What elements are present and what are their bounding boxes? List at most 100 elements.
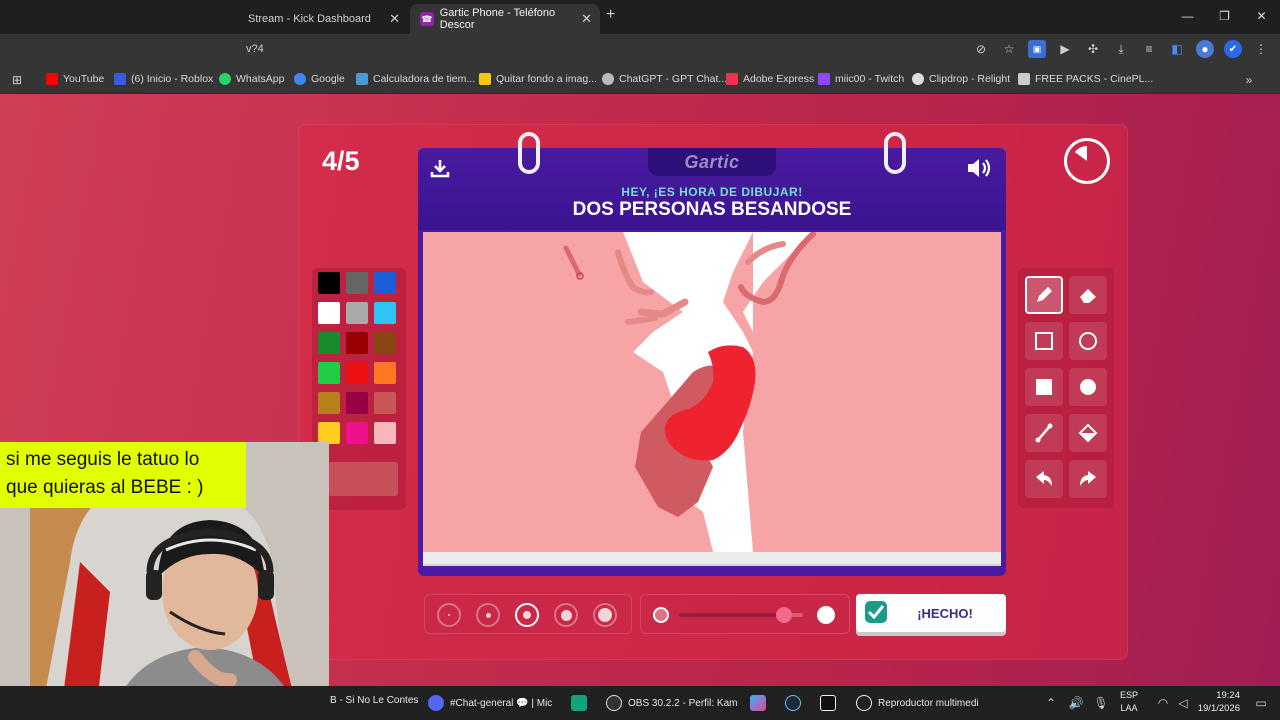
tab-gartic-phone[interactable]: ☎ Gartic Phone - Teléfono Descor ✕ xyxy=(410,4,600,34)
taskbar-item-chatgpt[interactable] xyxy=(571,695,593,711)
color-swatch[interactable] xyxy=(346,272,368,294)
bookmark-quitar-fondo[interactable]: Quitar fondo a imag... xyxy=(479,73,597,85)
color-swatch[interactable] xyxy=(318,302,340,324)
check-badge-icon xyxy=(865,601,887,623)
microphone-tray-icon[interactable]: 🎙 xyxy=(1092,694,1110,712)
done-button[interactable]: ¡HECHO! xyxy=(856,594,1006,632)
circle-filled-tool[interactable] xyxy=(1069,368,1107,406)
pencil-tool[interactable] xyxy=(1025,276,1063,314)
notifications-icon[interactable]: ▭ xyxy=(1252,694,1270,712)
opacity-slider[interactable] xyxy=(640,594,850,634)
maximize-icon[interactable]: ❐ xyxy=(1206,0,1243,32)
media-control-icon[interactable]: ≡ xyxy=(1140,40,1158,58)
taskbar-item-discord[interactable]: #Chat-general 💬 | Mic xyxy=(428,695,552,711)
brush-size-option[interactable] xyxy=(476,603,500,627)
close-icon[interactable]: ✕ xyxy=(581,11,592,27)
taskbar-item-media-player[interactable]: Reproductor multimedi xyxy=(856,695,979,711)
speaker-tray-icon[interactable]: ◁ xyxy=(1174,694,1192,712)
minimize-icon[interactable]: — xyxy=(1169,0,1206,32)
color-swatch[interactable] xyxy=(374,302,396,324)
line-tool[interactable] xyxy=(1025,414,1063,452)
color-swatch[interactable] xyxy=(318,422,340,444)
video-extension-icon[interactable]: ▶ xyxy=(1056,40,1074,58)
rectangle-outline-tool[interactable] xyxy=(1025,322,1063,360)
line-icon xyxy=(1035,423,1053,443)
bookmark-star-icon[interactable]: ☆ xyxy=(1000,40,1018,58)
taskbar-item-youtube[interactable]: B - Si No Le Contes xyxy=(330,695,418,706)
new-tab-icon[interactable]: + xyxy=(606,6,615,24)
color-swatch[interactable] xyxy=(346,332,368,354)
puzzle-icon[interactable]: ✣ xyxy=(1084,40,1102,58)
color-swatch[interactable] xyxy=(374,362,396,384)
capcut-icon xyxy=(820,695,836,711)
redo-tool[interactable] xyxy=(1069,460,1107,498)
bookmark-calculadora[interactable]: Calculadora de tiem... xyxy=(356,73,475,85)
bookmark-youtube[interactable]: YouTube xyxy=(46,73,104,85)
circle-outline-tool[interactable] xyxy=(1069,322,1107,360)
color-swatch[interactable] xyxy=(318,392,340,414)
color-swatch[interactable] xyxy=(346,392,368,414)
color-swatch[interactable] xyxy=(318,332,340,354)
color-swatch[interactable] xyxy=(374,422,396,444)
brush-size-option[interactable] xyxy=(554,603,578,627)
menu-icon[interactable]: ⋮ xyxy=(1252,40,1270,58)
drawing-canvas[interactable] xyxy=(423,232,1001,552)
wifi-icon[interactable]: ◠ xyxy=(1154,694,1172,712)
bookmark-clipdrop[interactable]: Clipdrop - Relight xyxy=(912,73,1010,85)
taskbar-item-steam[interactable] xyxy=(785,695,807,711)
drawing-header: Gartic HEY, ¡ES HORA DE DIBUJAR! DOS PER… xyxy=(418,132,1006,232)
extension-icon[interactable]: ▣ xyxy=(1028,40,1046,58)
color-swatch[interactable] xyxy=(374,392,396,414)
whatsapp-icon xyxy=(219,73,231,85)
update-shield-icon[interactable]: ✔ xyxy=(1224,40,1242,58)
language-indicator[interactable]: ESP LAA xyxy=(1120,689,1138,715)
opacity-knob[interactable] xyxy=(776,607,793,623)
color-swatch[interactable] xyxy=(318,272,340,294)
color-swatch[interactable] xyxy=(318,362,340,384)
bookmark-chatgpt[interactable]: ChatGPT - GPT Chat... xyxy=(602,73,727,85)
twitch-icon xyxy=(818,73,830,85)
bookmark-twitch[interactable]: miic00 - Twitch xyxy=(818,73,904,85)
fill-bucket-tool[interactable] xyxy=(1069,414,1107,452)
system-clock[interactable]: 19:24 19/1/2026 xyxy=(1198,689,1240,715)
brush-size-option[interactable] xyxy=(515,603,539,627)
eye-off-icon[interactable]: ⊘ xyxy=(972,40,990,58)
speaker-icon[interactable] xyxy=(966,156,994,180)
color-swatch[interactable] xyxy=(374,272,396,294)
brush-size-option[interactable] xyxy=(437,603,461,627)
undo-tool[interactable] xyxy=(1025,460,1063,498)
color-swatch[interactable] xyxy=(346,422,368,444)
bookmark-whatsapp[interactable]: WhatsApp xyxy=(219,73,284,85)
bookmark-free-packs[interactable]: FREE PACKS - CinePL... xyxy=(1018,73,1153,85)
taskbar-item-capcut[interactable] xyxy=(820,695,842,711)
tab-kick-dashboard[interactable]: Stream - Kick Dashboard ✕ xyxy=(238,4,408,34)
tray-chevron-icon[interactable]: ⌃ xyxy=(1042,694,1060,712)
download-icon[interactable]: ⤓ xyxy=(1112,40,1130,58)
color-swatch[interactable] xyxy=(346,302,368,324)
rectangle-filled-tool[interactable] xyxy=(1025,368,1063,406)
url-text[interactable]: v?4 xyxy=(246,43,264,55)
taskbar-item-copilot[interactable] xyxy=(750,695,772,711)
bookmark-roblox[interactable]: (6) Inicio - Roblox xyxy=(114,73,213,85)
apps-grid-icon[interactable]: ⊞ xyxy=(8,71,26,89)
stream-caption: si me seguis le tatuo lo que quieras al … xyxy=(0,442,246,508)
close-window-icon[interactable]: ✕ xyxy=(1243,0,1280,32)
color-swatch[interactable] xyxy=(374,332,396,354)
opacity-track[interactable] xyxy=(679,607,803,623)
window-controls: — ❐ ✕ xyxy=(1169,0,1280,32)
eraser-tool[interactable] xyxy=(1069,276,1107,314)
bookmark-adobe-express[interactable]: Adobe Express xyxy=(726,73,814,85)
sidebar-icon[interactable]: ◧ xyxy=(1168,40,1186,58)
profile-avatar-icon[interactable]: ● xyxy=(1196,40,1214,58)
taskbar-item-obs[interactable]: OBS 30.2.2 - Perfil: Kam xyxy=(606,695,738,711)
rectangle-outline-icon xyxy=(1035,332,1053,350)
bookmark-google[interactable]: Google xyxy=(294,73,345,85)
more-bookmarks-icon[interactable]: » xyxy=(1240,71,1258,89)
circle-filled-icon xyxy=(1080,379,1096,395)
color-swatch[interactable] xyxy=(346,362,368,384)
volume-tray-icon[interactable]: 🔊 xyxy=(1067,694,1085,712)
close-icon[interactable]: ✕ xyxy=(389,11,400,27)
brush-size-option[interactable] xyxy=(593,603,617,627)
download-icon[interactable] xyxy=(430,158,450,178)
binder-ring-right xyxy=(884,132,906,174)
